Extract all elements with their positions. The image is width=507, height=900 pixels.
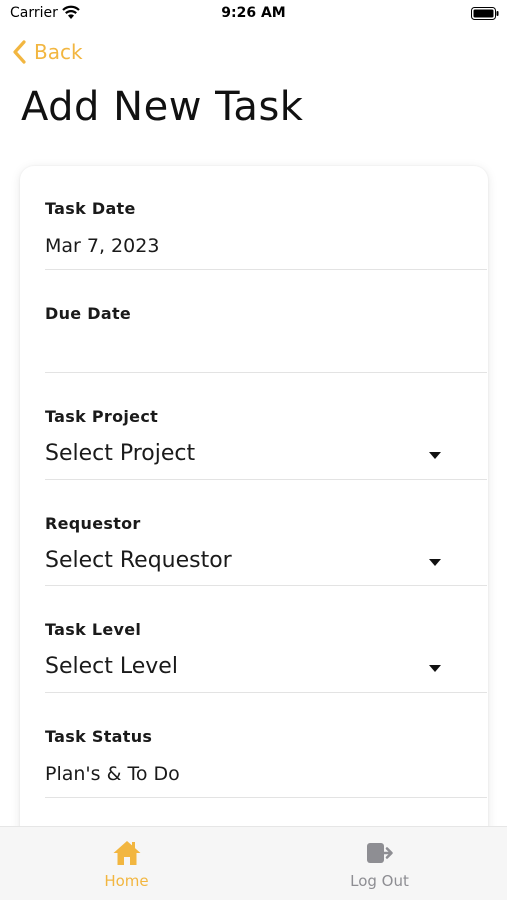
task-date-label: Task Date bbox=[45, 199, 136, 218]
status-time: 9:26 AM bbox=[221, 5, 286, 21]
tab-logout[interactable]: Log Out bbox=[253, 827, 506, 900]
task-date-field[interactable]: Task Date Mar 7, 2023 bbox=[45, 195, 487, 270]
logout-icon bbox=[367, 843, 393, 863]
caret-down-icon bbox=[429, 559, 441, 566]
task-status-field[interactable]: Task Status Plan's & To Do bbox=[45, 723, 487, 798]
task-date-value: Mar 7, 2023 bbox=[45, 235, 160, 257]
tab-logout-label: Log Out bbox=[350, 872, 409, 890]
home-icon bbox=[113, 841, 141, 865]
back-label: Back bbox=[34, 40, 83, 64]
due-date-field[interactable]: Due Date bbox=[45, 300, 487, 373]
task-project-select[interactable]: Task Project Select Project bbox=[45, 403, 487, 480]
status-bar: Carrier 9:26 AM bbox=[0, 0, 507, 28]
back-button[interactable]: Back bbox=[10, 38, 83, 66]
task-status-label: Task Status bbox=[45, 727, 153, 746]
requestor-select[interactable]: Requestor Select Requestor bbox=[45, 510, 487, 586]
page-title: Add New Task bbox=[21, 84, 304, 130]
task-level-label: Task Level bbox=[45, 620, 142, 639]
due-date-label: Due Date bbox=[45, 304, 132, 323]
tab-bar: Home Log Out bbox=[0, 826, 507, 900]
requestor-label: Requestor bbox=[45, 514, 141, 533]
caret-down-icon bbox=[429, 452, 441, 459]
battery-icon bbox=[471, 7, 499, 20]
chevron-left-icon bbox=[13, 40, 26, 64]
requestor-value: Select Requestor bbox=[45, 548, 232, 573]
task-level-select[interactable]: Task Level Select Level bbox=[45, 616, 487, 693]
task-project-value: Select Project bbox=[45, 441, 196, 466]
task-status-value: Plan's & To Do bbox=[45, 763, 180, 785]
tab-home-label: Home bbox=[104, 872, 149, 890]
caret-down-icon bbox=[429, 665, 441, 672]
task-project-label: Task Project bbox=[45, 407, 159, 426]
task-level-value: Select Level bbox=[45, 654, 178, 679]
tab-home[interactable]: Home bbox=[0, 827, 253, 900]
